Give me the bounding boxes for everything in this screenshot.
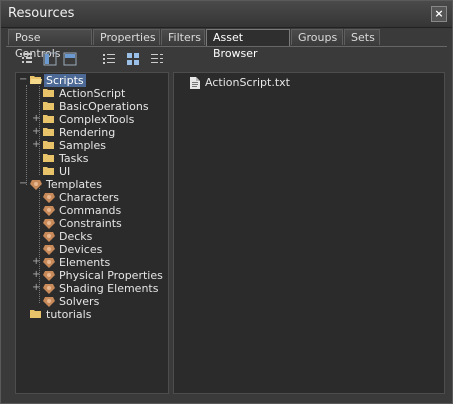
expand-icon[interactable]: + bbox=[32, 114, 40, 124]
folder-icon bbox=[43, 141, 54, 149]
folder-icon bbox=[30, 310, 41, 318]
title-bar[interactable]: Resources × bbox=[1, 1, 452, 28]
toolbar bbox=[6, 48, 447, 70]
file-list-panel[interactable]: ActionScript.txt bbox=[173, 72, 445, 394]
text-file-icon bbox=[190, 77, 200, 89]
template-icon bbox=[43, 245, 55, 255]
tree-view-icon[interactable] bbox=[18, 51, 34, 67]
template-icon bbox=[43, 271, 55, 281]
folder-open-icon bbox=[30, 76, 42, 84]
collapse-icon[interactable]: − bbox=[19, 179, 27, 189]
tree-item-templates[interactable]: − Templates bbox=[19, 178, 166, 191]
template-icon bbox=[30, 180, 42, 190]
folder-icon bbox=[43, 102, 54, 110]
tree-item-decks[interactable]: Decks bbox=[19, 230, 166, 243]
tree-item-elements[interactable]: + Elements bbox=[19, 256, 166, 269]
expand-icon[interactable]: + bbox=[32, 270, 40, 280]
template-icon bbox=[43, 206, 55, 216]
tree-item-constraints[interactable]: Constraints bbox=[19, 217, 166, 230]
expand-icon[interactable]: + bbox=[32, 283, 40, 293]
expand-icon[interactable]: + bbox=[32, 257, 40, 267]
tree-item-solvers[interactable]: Solvers bbox=[19, 295, 166, 308]
tree-item-tasks[interactable]: Tasks bbox=[19, 152, 166, 165]
template-icon bbox=[43, 284, 55, 294]
window-title: Resources bbox=[8, 6, 75, 21]
resources-window: Resources × Pose Controls Properties Fil… bbox=[0, 0, 453, 404]
tree-item-scripts[interactable]: − Scripts bbox=[19, 74, 166, 87]
tree-item-complextools[interactable]: + ComplexTools bbox=[19, 113, 166, 126]
icon-view-icon[interactable] bbox=[125, 51, 141, 67]
collapse-icon[interactable]: − bbox=[19, 75, 27, 85]
tree-item-shading-elements[interactable]: + Shading Elements bbox=[19, 282, 166, 295]
tree-item-ui[interactable]: UI bbox=[19, 165, 166, 178]
tab-asset-browser[interactable]: Asset Browser bbox=[206, 29, 290, 60]
tree-item-commands[interactable]: Commands bbox=[19, 204, 166, 217]
folder-icon bbox=[43, 154, 54, 162]
tab-properties[interactable]: Properties bbox=[93, 29, 160, 45]
template-icon bbox=[43, 219, 55, 229]
template-icon bbox=[43, 232, 55, 242]
detail-view-icon[interactable] bbox=[149, 51, 165, 67]
folder-icon bbox=[43, 115, 54, 123]
tab-sets[interactable]: Sets bbox=[344, 29, 380, 45]
tree-item-physical-properties[interactable]: + Physical Properties bbox=[19, 269, 166, 282]
tab-filters[interactable]: Filters bbox=[161, 29, 205, 45]
expand-icon[interactable]: + bbox=[32, 140, 40, 150]
split-horizontal-icon[interactable] bbox=[62, 51, 78, 67]
tab-bar: Pose Controls Properties Filters Asset B… bbox=[6, 29, 447, 60]
tab-pose-controls[interactable]: Pose Controls bbox=[8, 29, 92, 60]
folder-icon bbox=[43, 89, 54, 97]
tree-item-rendering[interactable]: + Rendering bbox=[19, 126, 166, 139]
folder-icon bbox=[43, 128, 54, 136]
expand-icon[interactable]: + bbox=[32, 127, 40, 137]
tree-item-characters[interactable]: Characters bbox=[19, 191, 166, 204]
tree-item-basicoperations[interactable]: BasicOperations bbox=[19, 100, 166, 113]
tree-item-samples[interactable]: + Samples bbox=[19, 139, 166, 152]
tree-item-tutorials[interactable]: tutorials bbox=[19, 308, 166, 321]
folder-tree-panel[interactable]: − Scripts ActionScript BasicOperations +… bbox=[15, 72, 169, 394]
tree-item-devices[interactable]: Devices bbox=[19, 243, 166, 256]
list-view-icon[interactable] bbox=[101, 51, 117, 67]
close-button[interactable]: × bbox=[431, 6, 447, 22]
template-icon bbox=[43, 193, 55, 203]
template-icon bbox=[43, 297, 55, 307]
folder-icon bbox=[43, 167, 54, 175]
tree-item-actionscript[interactable]: ActionScript bbox=[19, 87, 166, 100]
split-vertical-icon[interactable] bbox=[42, 51, 58, 67]
template-icon bbox=[43, 258, 55, 268]
tab-groups[interactable]: Groups bbox=[291, 29, 343, 45]
close-icon: × bbox=[434, 7, 444, 20]
